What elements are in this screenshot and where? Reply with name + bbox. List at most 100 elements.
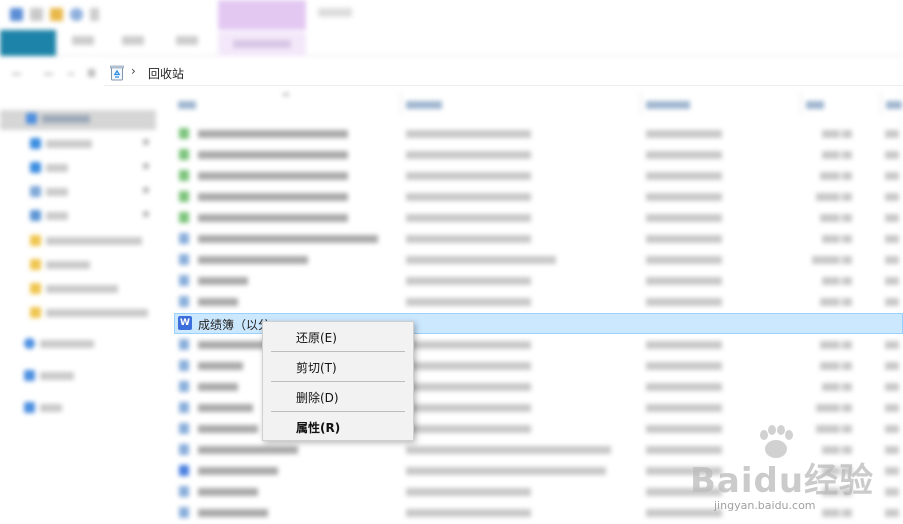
column-divider[interactable]	[400, 92, 401, 114]
wps-document-icon: W	[178, 316, 192, 330]
folder-icon	[30, 307, 41, 318]
file-size-unit-blurred	[842, 404, 852, 412]
menu-item-properties[interactable]: 属性(R)	[296, 419, 340, 436]
table-row[interactable]	[170, 228, 903, 249]
sidebar-item-pictures[interactable]	[30, 210, 68, 226]
column-header-original-location[interactable]	[406, 101, 442, 109]
recent-chevron-icon[interactable]	[68, 73, 74, 75]
breadcrumb-recycle-bin[interactable]: 回收站	[148, 65, 184, 82]
sidebar-item-folder-1[interactable]	[30, 235, 142, 251]
file-location-blurred	[406, 151, 531, 159]
address-bar[interactable]	[104, 60, 903, 86]
file-name-blurred	[198, 425, 258, 433]
file-location-blurred	[406, 172, 531, 180]
column-header-date-deleted[interactable]	[646, 101, 690, 109]
desktop-icon	[30, 138, 41, 149]
recycle-bin-tools-tab[interactable]	[218, 0, 306, 30]
sidebar-item-desktop[interactable]	[30, 138, 92, 154]
table-row[interactable]	[170, 144, 903, 165]
file-type-blurred	[885, 341, 899, 349]
file-icon	[179, 444, 189, 455]
file-size-unit-blurred	[842, 172, 852, 180]
column-divider[interactable]	[880, 92, 881, 114]
file-size-blurred	[816, 404, 840, 412]
sidebar-item-network[interactable]	[24, 402, 62, 418]
file-size-unit-blurred	[842, 298, 852, 306]
column-header-name[interactable]	[178, 101, 196, 109]
breadcrumb-chevron-icon[interactable]: ›	[131, 64, 136, 78]
table-row[interactable]	[170, 291, 903, 312]
table-row[interactable]	[170, 186, 903, 207]
watermark-url: jingyan.baidu.com	[714, 499, 816, 512]
file-type-blurred	[885, 256, 899, 264]
file-name-blurred	[198, 488, 258, 496]
file-type-blurred	[885, 383, 899, 391]
pin-icon	[143, 139, 149, 145]
file-size-unit-blurred	[842, 151, 852, 159]
file-size-blurred	[822, 383, 840, 391]
menu-item-delete[interactable]: 删除(D)	[296, 389, 339, 406]
column-divider[interactable]	[640, 92, 641, 114]
file-location-blurred	[406, 130, 531, 138]
sidebar-item-this-pc[interactable]	[24, 370, 74, 386]
file-icon	[179, 507, 189, 518]
file-location-blurred	[406, 383, 531, 391]
up-arrow-icon[interactable]	[88, 69, 95, 77]
properties-icon[interactable]	[30, 8, 43, 21]
network-icon	[24, 402, 35, 413]
recycle-bin-icon	[110, 65, 124, 81]
table-row[interactable]	[170, 123, 903, 144]
table-row[interactable]	[170, 249, 903, 270]
sidebar-item-folder-4[interactable]	[30, 307, 148, 323]
file-type-blurred	[885, 172, 899, 180]
file-icon	[179, 212, 189, 223]
menu-item-cut[interactable]: 剪切(T)	[296, 359, 337, 376]
file-date-blurred	[646, 404, 722, 412]
file-name-blurred	[198, 214, 348, 222]
file-name-blurred	[198, 509, 268, 517]
folder-icon	[30, 259, 41, 270]
table-row[interactable]	[170, 270, 903, 291]
tab-view[interactable]	[176, 36, 198, 45]
file-date-blurred	[646, 214, 722, 222]
file-icon	[179, 128, 189, 139]
file-name-blurred	[198, 404, 253, 412]
table-row[interactable]	[170, 165, 903, 186]
file-size-blurred	[816, 193, 840, 201]
tab-share[interactable]	[122, 36, 144, 45]
file-size-unit-blurred	[842, 277, 852, 285]
file-size-blurred	[820, 298, 840, 306]
sidebar-item-folder-2[interactable]	[30, 259, 90, 275]
file-size-unit-blurred	[842, 130, 852, 138]
column-divider[interactable]	[800, 92, 801, 114]
sidebar-item-onedrive[interactable]	[24, 338, 94, 354]
pin-icon	[143, 187, 149, 193]
sort-arrow-icon	[283, 93, 289, 96]
file-size-blurred	[820, 341, 840, 349]
forward-arrow-icon[interactable]	[44, 73, 53, 75]
tab-home[interactable]	[72, 36, 94, 45]
column-header-type[interactable]	[886, 101, 902, 109]
new-folder-icon[interactable]	[50, 8, 63, 21]
file-name-blurred	[198, 362, 243, 370]
sidebar-item-folder-3[interactable]	[30, 283, 118, 299]
file-icon	[179, 296, 189, 307]
table-row[interactable]	[170, 207, 903, 228]
menu-item-restore[interactable]: 还原(E)	[296, 329, 337, 346]
file-name-blurred	[198, 446, 298, 454]
sidebar-item-documents[interactable]	[30, 186, 68, 202]
column-header-size[interactable]	[806, 101, 824, 109]
selected-file-name[interactable]: 成绩簿（以分	[198, 316, 270, 333]
back-arrow-icon[interactable]	[12, 73, 21, 75]
tab-file[interactable]	[0, 30, 56, 56]
sidebar-item-downloads[interactable]	[30, 162, 68, 178]
file-date-blurred	[646, 362, 722, 370]
tab-manage[interactable]	[218, 32, 306, 56]
file-name-blurred	[198, 130, 348, 138]
file-name-blurred	[198, 193, 348, 201]
file-date-blurred	[646, 130, 722, 138]
file-icon	[179, 339, 189, 350]
file-date-blurred	[646, 277, 722, 285]
chevron-down-icon[interactable]	[90, 8, 99, 21]
undo-icon[interactable]	[70, 8, 83, 21]
